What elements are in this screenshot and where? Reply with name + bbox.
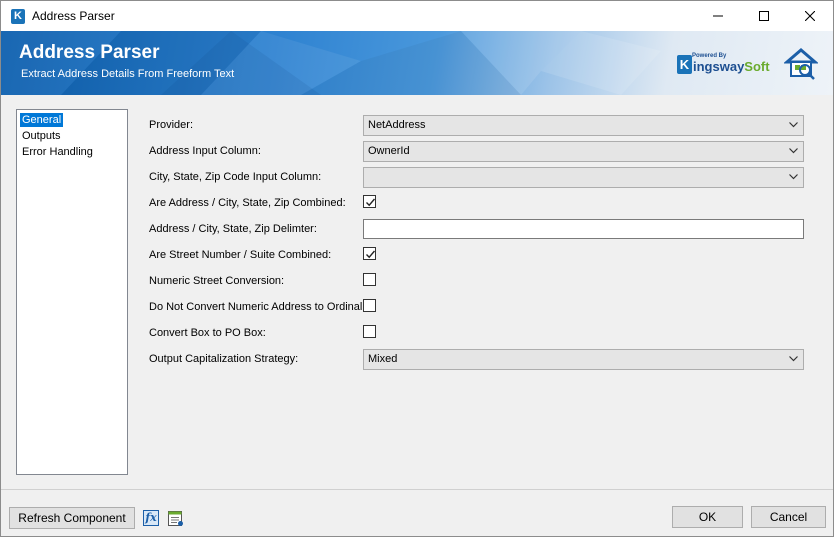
address-csz-delimiter-label: Address / City, State, Zip Delimter: [149, 223, 317, 235]
chevron-down-icon [789, 174, 798, 180]
provider-dropdown[interactable]: NetAddress [363, 115, 804, 136]
house-search-icon [784, 48, 818, 80]
section-nav-list: General Outputs Error Handling [16, 109, 128, 475]
box-to-po-box-label: Convert Box to PO Box: [149, 327, 266, 339]
address-input-column-label: Address Input Column: [149, 145, 261, 157]
minimize-icon [713, 15, 723, 17]
city-state-zip-input-column-dropdown[interactable] [363, 167, 804, 188]
box-to-po-box-checkbox[interactable] [363, 325, 376, 338]
window-title: Address Parser [32, 9, 115, 23]
provider-value: NetAddress [368, 119, 426, 131]
close-button[interactable] [787, 1, 833, 31]
street-suite-combined-label: Are Street Number / Suite Combined: [149, 249, 332, 261]
cancel-button[interactable]: Cancel [751, 506, 826, 528]
address-csz-combined-checkbox[interactable] [363, 195, 376, 208]
kingswaysoft-logo: ingswaySoft [693, 59, 770, 74]
nav-item-general[interactable]: General [20, 113, 64, 127]
refresh-component-button[interactable]: Refresh Component [9, 507, 135, 529]
ok-button[interactable]: OK [672, 506, 743, 528]
address-input-column-dropdown[interactable]: OwnerId [363, 141, 804, 162]
numeric-street-conversion-label: Numeric Street Conversion: [149, 275, 285, 287]
nav-item-error-handling[interactable]: Error Handling [20, 145, 95, 159]
no-ordinal-conversion-label: Do Not Convert Numeric Address to Ordina… [149, 301, 366, 313]
kingswaysoft-logo-icon: K [677, 55, 692, 74]
banner-subtitle: Extract Address Details From Freeform Te… [21, 68, 235, 80]
maximize-icon [759, 11, 769, 21]
chevron-down-icon [789, 356, 798, 362]
capitalization-strategy-dropdown[interactable]: Mixed [363, 349, 804, 370]
checkmark-icon [366, 250, 376, 259]
address-csz-delimiter-input[interactable] [363, 219, 804, 239]
city-state-zip-input-column-label: City, State, Zip Code Input Column: [149, 171, 322, 183]
kingswaysoft-app-icon: K [11, 9, 25, 24]
logo-text-soft: Soft [744, 59, 770, 74]
street-suite-combined-checkbox[interactable] [363, 247, 376, 260]
maximize-button[interactable] [741, 1, 787, 31]
numeric-street-conversion-checkbox[interactable] [363, 273, 376, 286]
footer-separator [1, 489, 833, 490]
minimize-button[interactable] [695, 1, 741, 31]
nav-item-outputs[interactable]: Outputs [20, 129, 63, 143]
header-banner: Address Parser Extract Address Details F… [1, 31, 833, 95]
capitalization-strategy-label: Output Capitalization Strategy: [149, 353, 299, 365]
close-icon [805, 11, 815, 21]
checkmark-icon [366, 198, 376, 207]
address-parser-window: K Address Parser Address Parser Extract … [0, 0, 834, 537]
title-bar: K Address Parser [1, 1, 833, 31]
address-csz-combined-label: Are Address / City, State, Zip Combined: [149, 197, 346, 209]
address-input-column-value: OwnerId [368, 145, 410, 157]
banner-title: Address Parser [19, 42, 160, 63]
capitalization-strategy-value: Mixed [368, 353, 398, 365]
no-ordinal-conversion-checkbox[interactable] [363, 299, 376, 312]
variables-sheet-icon[interactable] [167, 510, 184, 527]
provider-label: Provider: [149, 119, 194, 131]
chevron-down-icon [789, 122, 798, 128]
chevron-down-icon [789, 148, 798, 154]
logo-text-kingsway: ingsway [693, 59, 745, 74]
expression-fx-icon[interactable]: fx [143, 510, 159, 526]
